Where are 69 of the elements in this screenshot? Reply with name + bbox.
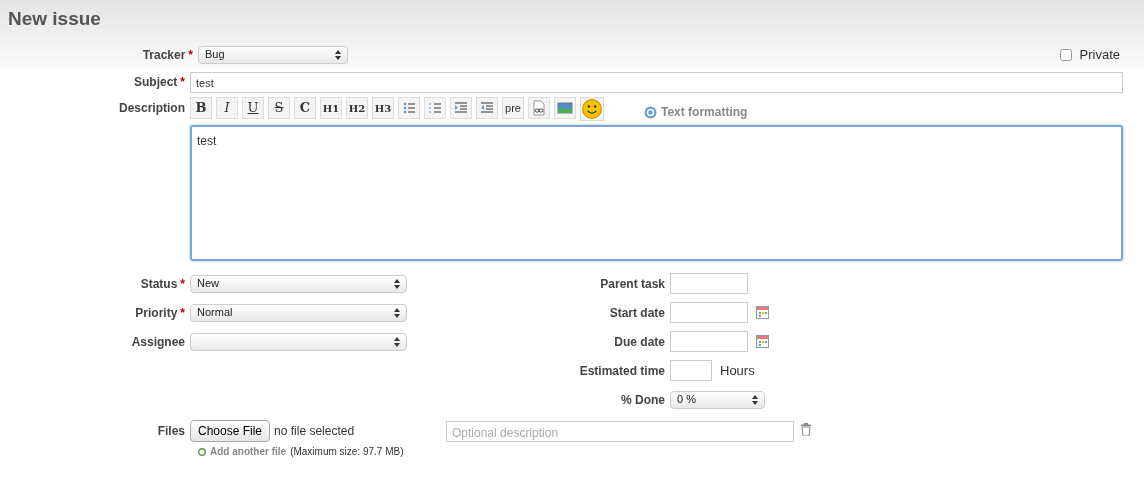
format-button[interactable]: U (242, 97, 264, 119)
image-icon (557, 100, 573, 116)
tracker-select[interactable]: Bug (198, 45, 348, 64)
field-label: Due date (614, 334, 665, 349)
required-mark: * (180, 305, 185, 320)
indent-button[interactable] (450, 97, 472, 119)
input-field[interactable] (670, 302, 748, 323)
link-icon (531, 100, 547, 116)
field-label: Files (157, 424, 185, 438)
updown-arrows-icon (335, 49, 341, 60)
field-label: Status (140, 276, 178, 291)
add-icon (198, 447, 206, 456)
field-label: Priority (135, 305, 178, 320)
private-label: Private (1079, 45, 1120, 64)
smiley-button[interactable] (580, 97, 604, 121)
subject-field[interactable]: test (190, 71, 1123, 93)
updown-arrows-icon (394, 307, 400, 318)
select-field[interactable]: 0 % (670, 390, 765, 409)
description-textarea[interactable]: test (190, 125, 1123, 261)
indent-icon (453, 100, 469, 116)
updown-arrows-icon (394, 278, 400, 289)
format-button[interactable]: pre (502, 97, 524, 119)
text-formatting-link[interactable]: Text formatting (661, 103, 748, 121)
required-mark: * (180, 75, 185, 89)
calendar-icon[interactable] (756, 306, 769, 319)
updown-arrows-icon (752, 394, 758, 405)
field-label: % Done (621, 392, 665, 407)
help-icon (644, 105, 657, 119)
outdent-icon (479, 100, 495, 116)
field-label: Start date (609, 305, 665, 320)
format-button[interactable]: S (268, 97, 290, 119)
choose-file-button[interactable]: Choose File (190, 420, 271, 442)
calendar-icon[interactable] (756, 335, 769, 348)
format-button[interactable]: C (294, 97, 316, 119)
image-button[interactable] (554, 97, 576, 119)
required-mark: * (188, 47, 193, 62)
select-field[interactable]: New (190, 274, 407, 293)
field-label: Estimated time (579, 363, 665, 378)
field-label: Description (119, 101, 185, 115)
unit-label: Hours (720, 361, 755, 380)
page-title: New issue (8, 7, 102, 31)
max-size-note: (Maximum size: 97.7 MB) (290, 445, 404, 459)
required-mark: * (180, 276, 185, 291)
format-button[interactable]: H1 (320, 97, 342, 119)
outdent-button[interactable] (476, 97, 498, 119)
select-field[interactable]: Normal (190, 303, 407, 322)
updown-arrows-icon (394, 336, 400, 347)
format-button[interactable]: H3 (372, 97, 394, 119)
format-button[interactable]: B (190, 97, 212, 119)
input-field[interactable] (670, 360, 712, 381)
private-checkbox[interactable] (1059, 48, 1072, 61)
input-field[interactable] (670, 331, 748, 352)
select-field[interactable] (190, 332, 407, 351)
add-another-file-link[interactable]: Add another file (210, 444, 287, 459)
field-label: Assignee (131, 334, 185, 349)
numbered-list-icon (427, 100, 443, 116)
bullet-list-button[interactable] (398, 97, 420, 119)
link-button[interactable] (528, 97, 550, 119)
smiley-icon (582, 99, 602, 119)
input-field[interactable] (670, 273, 748, 294)
field-label: Parent task (600, 276, 665, 291)
field-label: Subject (134, 75, 178, 89)
format-button[interactable]: H2 (346, 97, 368, 119)
format-button[interactable]: I (216, 97, 238, 119)
field-label: Tracker (142, 47, 186, 62)
trash-icon[interactable] (800, 423, 812, 437)
bullet-list-icon (401, 100, 417, 116)
numbered-list-button[interactable] (424, 97, 446, 119)
file-status: no file selected (274, 423, 355, 440)
